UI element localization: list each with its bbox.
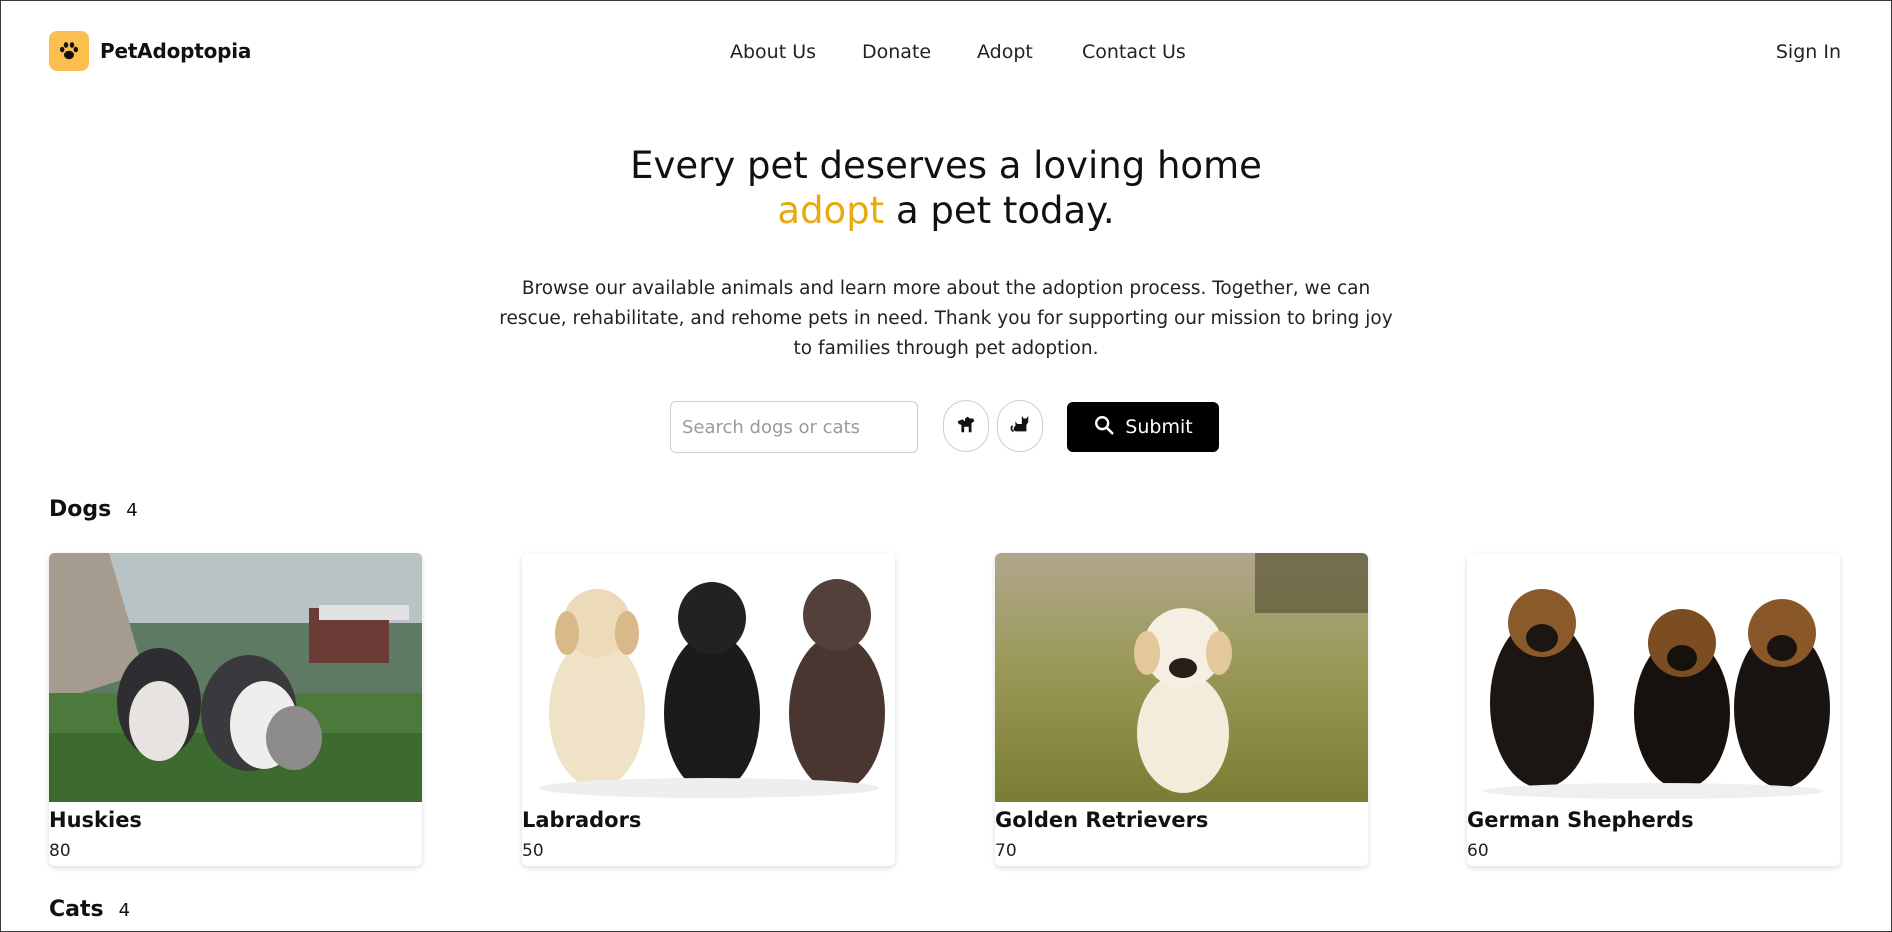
golden-retrievers-image xyxy=(995,553,1368,802)
cat-filter-button[interactable] xyxy=(997,400,1043,452)
sign-in-link[interactable]: Sign In xyxy=(1776,41,1841,63)
hero-line-2-rest: a pet today. xyxy=(884,189,1115,232)
german-shepherds-image xyxy=(1467,553,1840,802)
card-count: 80 xyxy=(49,841,71,861)
pet-card-german-shepherds[interactable]: German Shepherds 60 xyxy=(1467,553,1840,866)
nav-contact-us[interactable]: Contact Us xyxy=(1082,41,1186,63)
nav-about-us[interactable]: About Us xyxy=(730,41,816,63)
nav-adopt[interactable]: Adopt xyxy=(977,41,1033,63)
card-title: Golden Retrievers xyxy=(995,808,1209,832)
hero-title: Every pet deserves a loving home adopt a… xyxy=(0,143,1892,233)
card-count: 60 xyxy=(1467,841,1489,861)
pet-card-labradors[interactable]: Labradors 50 xyxy=(522,553,895,866)
search-icon xyxy=(1093,414,1115,441)
dogs-section-header: Dogs 4 xyxy=(49,497,138,522)
dog-filter-button[interactable] xyxy=(943,400,989,452)
card-title: Huskies xyxy=(49,808,142,832)
cats-section-title: Cats xyxy=(49,897,104,922)
hero-line-1: Every pet deserves a loving home xyxy=(630,144,1262,187)
hero-line-2: adopt a pet today. xyxy=(0,188,1892,233)
card-title: German Shepherds xyxy=(1467,808,1694,832)
submit-label: Submit xyxy=(1125,416,1193,438)
cats-section-count: 4 xyxy=(118,900,131,921)
hero-accent-word: adopt xyxy=(777,189,885,232)
card-title: Labradors xyxy=(522,808,642,832)
nav-donate[interactable]: Donate xyxy=(862,41,931,63)
submit-button[interactable]: Submit xyxy=(1067,402,1219,452)
labradors-image xyxy=(522,553,895,802)
dogs-section-title: Dogs xyxy=(49,497,112,522)
huskies-image xyxy=(49,553,422,802)
card-count: 70 xyxy=(995,841,1017,861)
cats-section-header: Cats 4 xyxy=(49,897,130,922)
cat-icon xyxy=(1009,413,1031,439)
pet-card-huskies[interactable]: Huskies 80 xyxy=(49,553,422,866)
pet-card-golden-retrievers[interactable]: Golden Retrievers 70 xyxy=(995,553,1368,866)
dog-icon xyxy=(955,413,977,439)
card-count: 50 xyxy=(522,841,544,861)
search-input[interactable] xyxy=(670,401,918,453)
dogs-section-count: 4 xyxy=(126,500,138,521)
hero-description: Browse our available animals and learn m… xyxy=(499,278,1393,359)
main-nav: About Us Donate Adopt Contact Us xyxy=(0,41,1892,65)
